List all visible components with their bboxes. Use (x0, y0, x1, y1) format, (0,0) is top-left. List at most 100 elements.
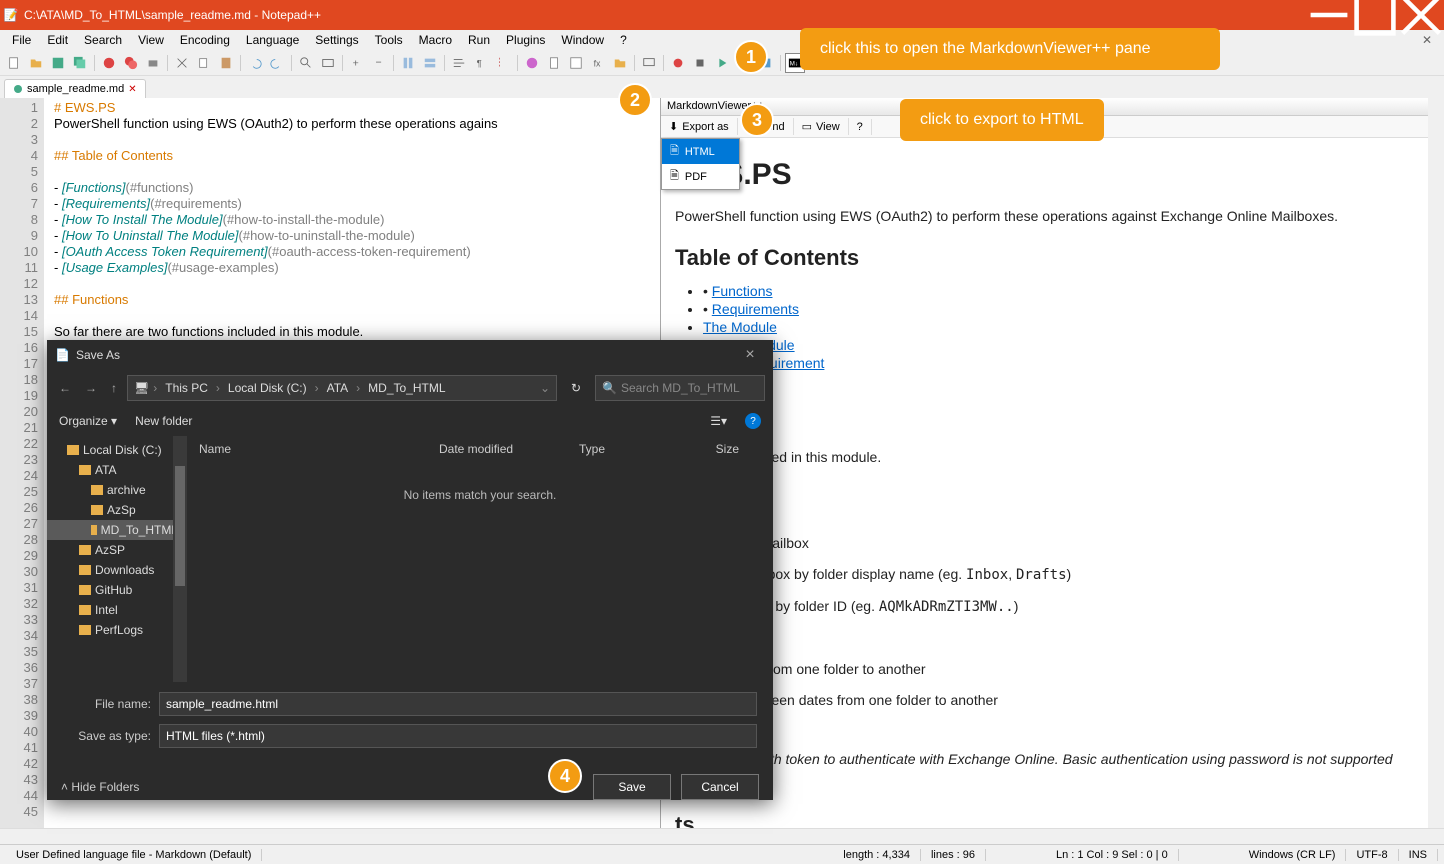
indent-guide-icon[interactable] (493, 53, 513, 73)
menu-edit[interactable]: Edit (39, 31, 76, 49)
tree-node[interactable]: MD_To_HTML (47, 520, 186, 540)
mdv-export-button[interactable]: ⬇Export as (661, 118, 738, 135)
chevron-down-icon[interactable]: ⌄ (540, 381, 550, 395)
new-file-icon[interactable] (4, 53, 24, 73)
stop-macro-icon[interactable] (690, 53, 710, 73)
new-folder-button[interactable]: New folder (135, 414, 192, 428)
minimize-button[interactable] (1306, 0, 1352, 30)
close-icon[interactable] (99, 53, 119, 73)
menu-bar: File Edit Search View Encoding Language … (0, 30, 1444, 50)
view-options-icon[interactable]: ☰▾ (710, 414, 727, 428)
save-all-icon[interactable] (70, 53, 90, 73)
dialog-titlebar[interactable]: 📄 Save As × (47, 340, 773, 370)
mdv-help-button[interactable]: ? (849, 119, 872, 135)
column-headers[interactable]: Name Date modified Type Size (187, 436, 773, 462)
sync-v-icon[interactable] (398, 53, 418, 73)
func-list-icon[interactable]: fx (588, 53, 608, 73)
nav-up-icon[interactable]: ↑ (107, 377, 121, 399)
mdv-export-pdf[interactable]: 🗎PDF (662, 164, 739, 189)
menu-plugins[interactable]: Plugins (498, 31, 553, 49)
tree-node[interactable]: GitHub (47, 580, 186, 600)
toc-link[interactable]: Functions (712, 283, 773, 299)
copy-icon[interactable] (194, 53, 214, 73)
dialog-close-icon[interactable]: × (735, 346, 765, 364)
menu-encoding[interactable]: Encoding (172, 31, 238, 49)
zoom-in-icon[interactable]: + (347, 53, 367, 73)
mdv-line: lbox items between dates from one folder… (675, 690, 1430, 711)
nav-back-icon[interactable]: ← (55, 377, 75, 399)
status-position: Ln : 1 Col : 9 Sel : 0 | 0 (1046, 849, 1179, 861)
filename-input[interactable] (159, 692, 757, 716)
dialog-nav: ← → ↑ 🖥 › This PC› Local Disk (C:)› ATA›… (47, 370, 773, 406)
tree-node[interactable]: Local Disk (C:) (47, 440, 186, 460)
menu-settings[interactable]: Settings (307, 31, 366, 49)
folder-tree[interactable]: Local Disk (C:)ATAarchiveAzSpMD_To_HTMLA… (47, 436, 187, 644)
search-input[interactable]: 🔍 Search MD_To_HTML (595, 375, 765, 401)
horizontal-scrollbar[interactable] (0, 828, 1444, 844)
svg-text:fx: fx (594, 58, 601, 68)
menu-language[interactable]: Language (238, 31, 307, 49)
mdv-view-button[interactable]: ▭View (794, 118, 849, 135)
mdv-line: older from mailbox by folder display nam… (675, 564, 1430, 586)
replace-icon[interactable] (318, 53, 338, 73)
tab-sample-readme[interactable]: sample_readme.md ✕ (4, 79, 146, 98)
toc-link[interactable]: Requirements (712, 301, 799, 317)
menu-view[interactable]: View (130, 31, 172, 49)
hide-folders-button[interactable]: ˄ Hide Folders (61, 780, 583, 794)
mdv-export-html[interactable]: 🗎HTML (662, 139, 739, 164)
savetype-select[interactable] (159, 724, 757, 748)
zoom-out-icon[interactable]: − (369, 53, 389, 73)
save-icon[interactable] (48, 53, 68, 73)
cut-icon[interactable] (172, 53, 192, 73)
maximize-button[interactable] (1352, 0, 1398, 30)
window-title: C:\ATA\MD_To_HTML\sample_readme.md - Not… (22, 8, 1306, 22)
tree-node[interactable]: AzSP (47, 540, 186, 560)
vertical-scrollbar[interactable] (1428, 98, 1444, 828)
tree-node[interactable]: AzSp (47, 500, 186, 520)
menu-tools[interactable]: Tools (367, 31, 411, 49)
wordwrap-icon[interactable] (449, 53, 469, 73)
record-macro-icon[interactable] (668, 53, 688, 73)
tree-node[interactable]: ATA (47, 460, 186, 480)
menu-file[interactable]: File (4, 31, 39, 49)
menu-window[interactable]: Window (553, 31, 612, 49)
close-button[interactable] (1398, 0, 1444, 30)
organize-button[interactable]: Organize ▾ (59, 414, 117, 428)
cancel-button[interactable]: Cancel (681, 774, 759, 800)
refresh-icon[interactable]: ↻ (563, 381, 589, 395)
nav-forward-icon[interactable]: → (81, 377, 101, 399)
close-x-icon[interactable]: ✕ (1414, 33, 1440, 47)
doc-map-icon[interactable] (544, 53, 564, 73)
folder-icon[interactable] (610, 53, 630, 73)
print-icon[interactable] (143, 53, 163, 73)
show-all-chars-icon[interactable]: ¶ (471, 53, 491, 73)
open-file-icon[interactable] (26, 53, 46, 73)
paste-icon[interactable] (216, 53, 236, 73)
find-icon[interactable] (296, 53, 316, 73)
tree-node[interactable]: archive (47, 480, 186, 500)
sync-h-icon[interactable] (420, 53, 440, 73)
undo-icon[interactable] (245, 53, 265, 73)
menu-help[interactable]: ? (612, 31, 635, 49)
toc-link[interactable]: The Module (703, 319, 777, 335)
help-icon[interactable]: ? (745, 413, 761, 429)
monitor-icon[interactable] (639, 53, 659, 73)
file-list[interactable]: Name Date modified Type Size No items ma… (187, 436, 773, 682)
ud-lang-icon[interactable] (522, 53, 542, 73)
tree-node[interactable]: Downloads (47, 560, 186, 580)
breadcrumb[interactable]: 🖥 › This PC› Local Disk (C:)› ATA› MD_To… (127, 375, 557, 401)
tree-scrollbar[interactable] (173, 436, 187, 682)
tree-node[interactable]: Intel (47, 600, 186, 620)
close-all-icon[interactable] (121, 53, 141, 73)
play-macro-icon[interactable] (712, 53, 732, 73)
tree-node[interactable]: PerfLogs (47, 620, 186, 640)
mdv-line: mailbox items from one folder to another (675, 659, 1430, 680)
menu-macro[interactable]: Macro (411, 31, 460, 49)
save-as-dialog: 📄 Save As × ← → ↑ 🖥 › This PC› Local Dis… (47, 340, 773, 800)
redo-icon[interactable] (267, 53, 287, 73)
menu-search[interactable]: Search (76, 31, 130, 49)
doc-list-icon[interactable] (566, 53, 586, 73)
menu-run[interactable]: Run (460, 31, 498, 49)
tab-close-icon[interactable]: ✕ (128, 84, 136, 95)
save-button[interactable]: Save (593, 774, 671, 800)
